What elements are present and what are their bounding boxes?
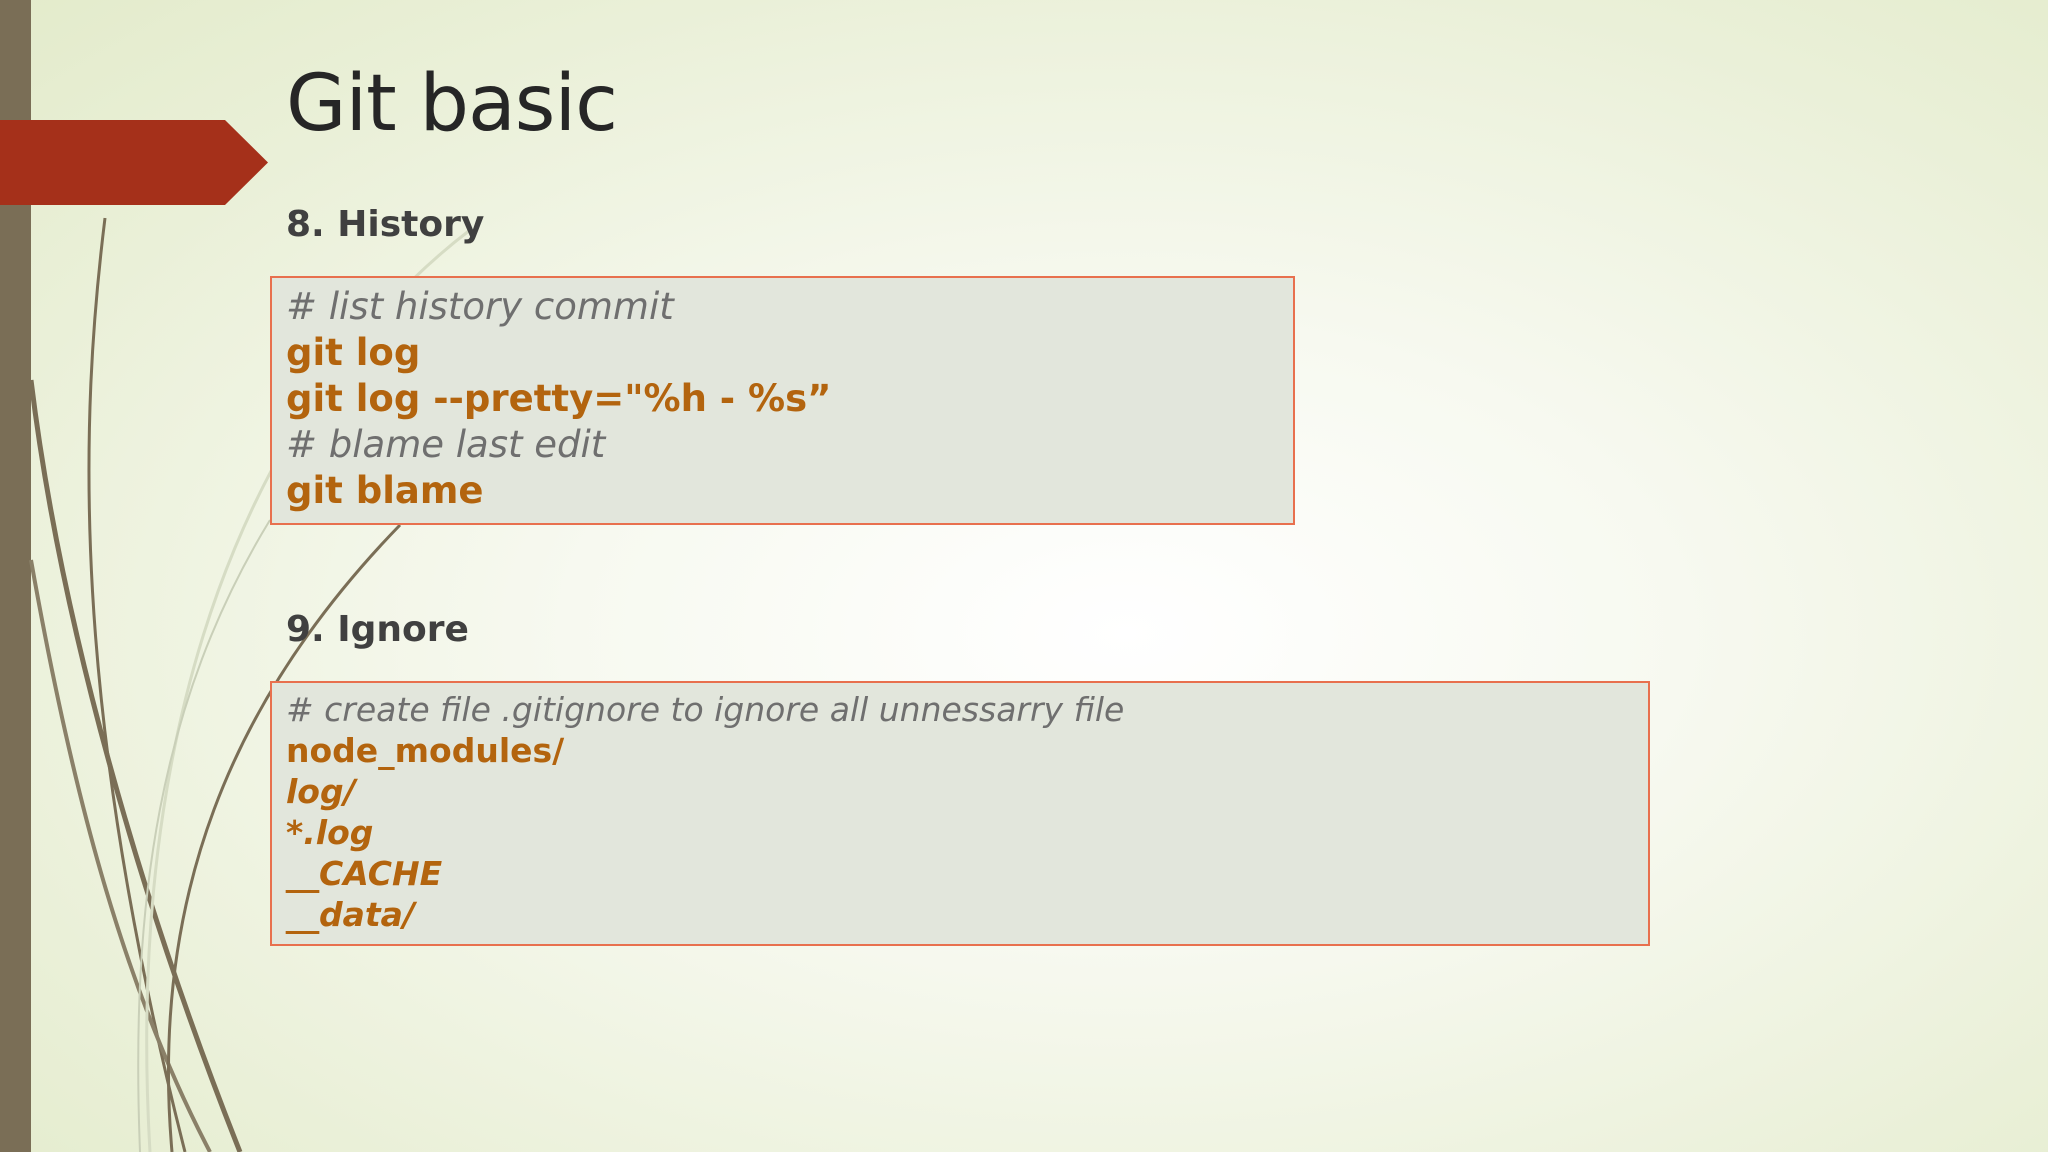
section-heading-ignore: 9. Ignore: [286, 609, 469, 650]
code-box-ignore: # create file .gitignore to ignore all u…: [270, 681, 1650, 946]
ignore-pattern: __data/: [286, 895, 415, 934]
code-comment: # list history commit: [286, 285, 674, 328]
code-command: git blame: [286, 469, 484, 512]
slide-title: Git basic: [286, 59, 618, 149]
ignore-pattern: log/: [286, 772, 356, 811]
code-box-history: # list history commit git log git log --…: [270, 276, 1295, 525]
ignore-pattern: node_modules/: [286, 731, 565, 770]
code-comment: # blame last edit: [286, 423, 606, 466]
decorative-curves: [28, 217, 471, 1152]
section-heading-history: 8. History: [286, 204, 485, 245]
code-command: git log --pretty="%h - %s”: [286, 377, 832, 420]
code-command: git log: [286, 331, 421, 374]
code-comment: # create file .gitignore to ignore all u…: [286, 690, 1125, 729]
ignore-pattern: __CACHE: [286, 854, 443, 893]
ignore-pattern: *.log: [286, 813, 374, 852]
title-arrow-shape: [0, 120, 268, 205]
